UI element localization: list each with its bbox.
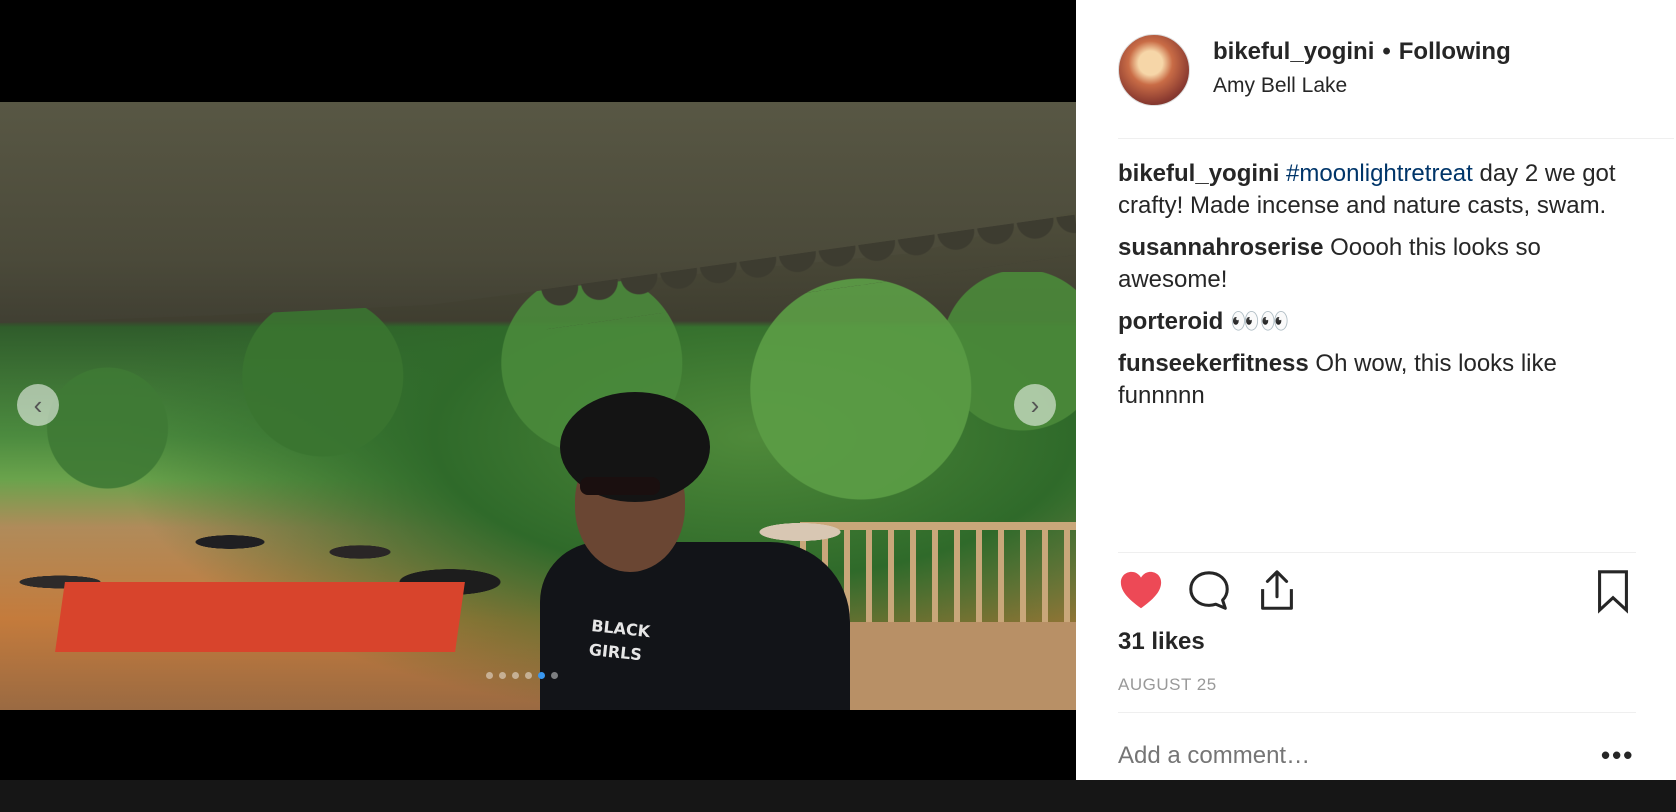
comment-item: funseekerfitness Oh wow, this looks like… [1118, 348, 1638, 412]
comment-username[interactable]: porteroid [1118, 308, 1223, 335]
comment-item: porteroid 👀👀 [1118, 306, 1638, 338]
comment-divider [1118, 712, 1636, 713]
chevron-left-icon: ‹ [33, 390, 43, 420]
carousel-dot [512, 672, 519, 679]
likes-count[interactable]: 31 likes [1118, 628, 1205, 656]
comment-username[interactable]: susannahroserise [1118, 234, 1323, 261]
header-username[interactable]: bikeful_yogini [1213, 38, 1374, 65]
avatar[interactable] [1118, 34, 1190, 106]
sunglasses [580, 477, 660, 495]
carousel-dot [551, 672, 558, 679]
location-link[interactable]: Amy Bell Lake [1213, 74, 1347, 98]
foreground-person: BLACK GIRLS [520, 392, 850, 710]
header-separator: • [1382, 38, 1391, 65]
actions-divider [1118, 552, 1636, 553]
share-icon [1261, 570, 1293, 610]
media-viewer: BLACK GIRLS ‹ › [0, 0, 1076, 812]
comment-text: 👀👀 [1223, 308, 1290, 335]
carousel-indicator [486, 672, 558, 679]
red-tablecloth [55, 582, 465, 652]
chevron-right-icon: › [1030, 390, 1040, 420]
header-user-line: bikeful_yogini • Following [1213, 38, 1511, 66]
comment-item: susannahroserise Ooooh this looks so awe… [1118, 232, 1638, 296]
bottom-strip [0, 780, 1676, 812]
carousel-dot [538, 672, 545, 679]
save-button[interactable] [1590, 568, 1636, 614]
post-details-panel: bikeful_yogini • Following Amy Bell Lake b… [1076, 0, 1676, 780]
wooden-table [820, 622, 1076, 710]
carousel-dot [525, 672, 532, 679]
speech-bubble-icon [1189, 571, 1229, 610]
like-button[interactable] [1118, 568, 1164, 614]
carousel-dot [499, 672, 506, 679]
follow-status-button[interactable]: Following [1399, 38, 1511, 65]
caption-username[interactable]: bikeful_yogini [1118, 160, 1279, 187]
action-bar [1118, 568, 1636, 618]
more-options-button[interactable]: ••• [1601, 740, 1634, 771]
share-button[interactable] [1254, 568, 1300, 614]
post-header [1118, 0, 1674, 139]
heart-icon [1120, 571, 1162, 609]
person-shirt [540, 542, 850, 710]
comment-username[interactable]: funseekerfitness [1118, 350, 1309, 377]
bookmark-icon [1598, 570, 1628, 614]
post-date[interactable]: AUGUST 25 [1118, 675, 1217, 695]
comments-list: bikeful_yogini #moonlightretreat day 2 w… [1118, 158, 1638, 422]
caption: bikeful_yogini #moonlightretreat day 2 w… [1118, 158, 1638, 222]
post-photo[interactable]: BLACK GIRLS [0, 102, 1076, 710]
comment-button[interactable] [1186, 568, 1232, 614]
shirt-text: BLACK GIRLS [588, 614, 652, 668]
next-photo-button[interactable]: › [1014, 384, 1056, 426]
add-comment-input[interactable] [1118, 742, 1558, 770]
hashtag-link[interactable]: #moonlightretreat [1286, 160, 1473, 187]
carousel-dot [486, 672, 493, 679]
post-modal: BLACK GIRLS ‹ › bikeful_yogini • Following… [0, 0, 1676, 812]
previous-photo-button[interactable]: ‹ [17, 384, 59, 426]
